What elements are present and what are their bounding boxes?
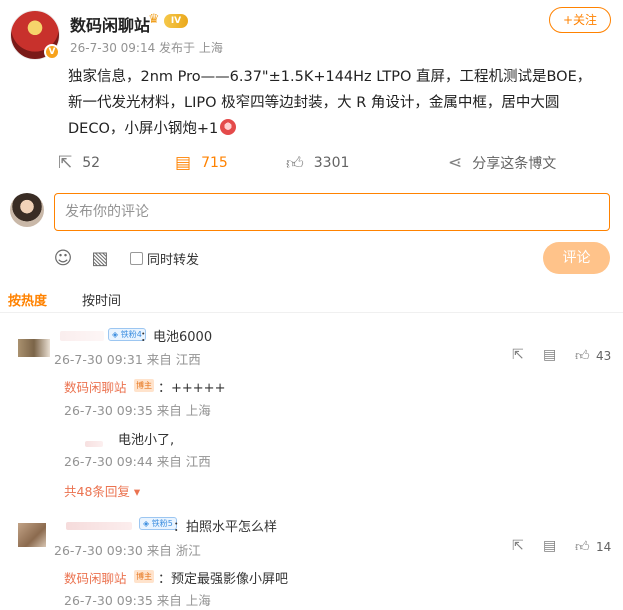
post-text-line: 新一代发光材料，LIPO 极窄四等边封装，大 R 角设计，金属中框，居中大圆 <box>68 95 560 111</box>
comment-icon: ▤ <box>175 153 192 173</box>
reply-meta: 26-7-30 09:35 来自 上海 <box>64 403 211 418</box>
fan-badge: ◈ 铁粉5 <box>139 517 177 530</box>
share-icon: ⋖ <box>448 153 463 173</box>
author-badge: 博主 <box>134 570 154 583</box>
reply-meta: 26-7-30 09:44 来自 江西 <box>64 454 211 469</box>
commenter-name[interactable] <box>66 522 132 530</box>
reply-author[interactable]: 数码闲聊站 <box>64 568 127 587</box>
comment-like-count: 14 <box>596 540 612 554</box>
commenter-name[interactable] <box>60 331 104 341</box>
commenter-avatar[interactable] <box>18 523 46 547</box>
reply-text: 电池小了, <box>118 433 175 448</box>
post-actions: ⇱ 52 ▤ 715 👍︎ 3301 ⋖ 分享这条博文 <box>0 148 623 178</box>
emoji-icon <box>220 119 237 135</box>
post-meta: 26-7-30 09:14 发布于 上海 <box>70 41 223 55</box>
reply-thread <box>54 372 57 502</box>
thumb-icon[interactable]: 👍︎ <box>575 538 590 555</box>
checkbox[interactable] <box>130 252 143 265</box>
post-body: 独家信息，2nm Pro——6.37"±1.5K+144Hz LTPO 直屏，工… <box>68 64 613 142</box>
divider <box>0 312 623 313</box>
comment-reply-icon[interactable]: ▤ <box>543 538 556 554</box>
emoji-icon[interactable]: ☺ <box>53 249 73 269</box>
reply-text: ：+++++ <box>158 381 226 396</box>
comment-text: ：拍照水平怎么样 <box>173 520 278 535</box>
commenter-avatar[interactable] <box>18 339 50 357</box>
my-avatar[interactable] <box>10 193 44 227</box>
reply-meta: 26-7-30 09:35 来自 上海 <box>64 593 211 608</box>
repost-button[interactable]: ⇱ 52 <box>58 148 100 178</box>
post-text-line: 独家信息，2nm Pro——6.37"±1.5K+144Hz LTPO 直屏，工… <box>68 69 592 85</box>
share-button[interactable]: ⋖ 分享这条博文 <box>448 148 556 178</box>
repost-checkbox[interactable]: 同时转发 <box>130 249 199 268</box>
comment-input[interactable] <box>54 193 610 231</box>
author-name[interactable]: 数码闲聊站 <box>70 12 150 36</box>
like-button[interactable]: 👍︎ 3301 <box>286 148 349 178</box>
crown-icon: ♛ <box>148 12 160 27</box>
thumb-icon[interactable]: 👍︎ <box>575 347 590 364</box>
like-icon: 👍︎ <box>286 153 304 174</box>
verified-badge: V <box>44 44 60 60</box>
reply-author[interactable]: 数码闲聊站 <box>64 377 127 396</box>
more-replies-link[interactable]: 共48条回复 ▾ <box>64 481 140 500</box>
author-badge: 博主 <box>134 379 154 392</box>
comment-text: ：电池6000 <box>140 330 213 345</box>
submit-comment-button[interactable]: 评论 <box>543 242 610 274</box>
tab-sort-hot[interactable]: 按热度 <box>8 290 47 309</box>
comment-reply-icon[interactable]: ▤ <box>543 347 556 363</box>
reply-author-blurred[interactable] <box>85 441 103 447</box>
follow-button[interactable]: +关注 <box>549 7 611 33</box>
post-text-line: DECO，小屏小钢炮+1 <box>68 116 613 142</box>
chevron-down-icon: ▾ <box>133 484 141 499</box>
repost-icon: ⇱ <box>58 153 73 173</box>
comment-button[interactable]: ▤ 715 <box>175 148 228 178</box>
reply-icon[interactable]: ⇱ <box>512 538 524 554</box>
tab-sort-time[interactable]: 按时间 <box>82 290 121 309</box>
comment-meta: 26-7-30 09:30 来自 浙江 <box>54 543 201 558</box>
comment-like-count: 43 <box>596 349 612 363</box>
reply-text: ：预定最强影像小屏吧 <box>158 572 289 587</box>
comment-meta: 26-7-30 09:31 来自 江西 <box>54 352 201 367</box>
image-icon[interactable]: ▧ <box>90 249 110 269</box>
reply-icon[interactable]: ⇱ <box>512 347 524 363</box>
level-badge: IV <box>164 14 188 28</box>
